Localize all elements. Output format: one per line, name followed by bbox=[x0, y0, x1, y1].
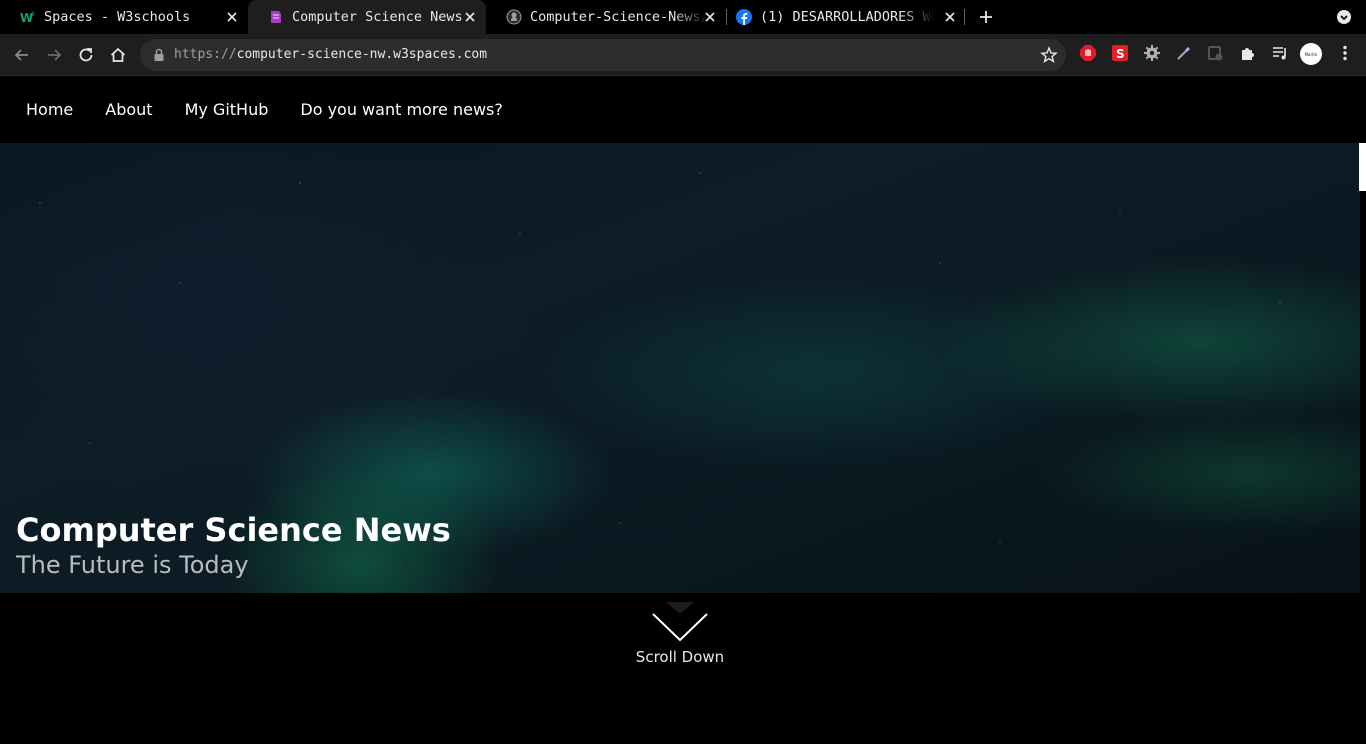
nav-my-github[interactable]: My GitHub bbox=[169, 100, 285, 119]
page-viewport: Home About My GitHub Do you want more ne… bbox=[0, 76, 1366, 744]
nav-about[interactable]: About bbox=[89, 100, 168, 119]
s-extension-icon[interactable]: S bbox=[1111, 44, 1129, 62]
top-navigation: Home About My GitHub Do you want more ne… bbox=[0, 76, 1366, 143]
scrollbar-thumb[interactable] bbox=[1359, 143, 1366, 191]
adblock-icon[interactable] bbox=[1079, 44, 1097, 62]
w3spaces-icon bbox=[268, 9, 284, 25]
address-bar[interactable]: https://computer-science-nw.w3spaces.com bbox=[140, 39, 1066, 71]
tab-strip: W3 Spaces - W3schools Computer Science N… bbox=[0, 0, 1366, 34]
profile-label: Martin bbox=[1304, 51, 1318, 57]
w3schools-icon: W3 bbox=[20, 9, 36, 25]
svg-text:3: 3 bbox=[31, 11, 35, 18]
reload-icon[interactable] bbox=[76, 45, 96, 65]
github-icon bbox=[506, 9, 522, 25]
tab-facebook-group[interactable]: (1) DESARROLLADORES WE bbox=[716, 0, 966, 34]
nav-home[interactable]: Home bbox=[10, 100, 89, 119]
tab-title: (1) DESARROLLADORES WE bbox=[760, 9, 934, 25]
media-queue-icon[interactable] bbox=[1271, 44, 1289, 62]
bookmark-star-icon[interactable] bbox=[1040, 46, 1058, 64]
close-icon[interactable] bbox=[462, 9, 478, 25]
tab-title: Computer-Science-News/ bbox=[530, 9, 708, 25]
gear-icon[interactable] bbox=[1143, 44, 1161, 62]
back-icon[interactable] bbox=[12, 45, 32, 65]
close-icon[interactable] bbox=[942, 9, 958, 25]
tab-computer-science-news[interactable]: Computer Science News bbox=[248, 0, 486, 34]
more-menu-icon[interactable] bbox=[1336, 44, 1354, 62]
svg-text:S: S bbox=[1116, 47, 1125, 61]
tab-title: Spaces - W3schools bbox=[44, 9, 191, 25]
hero-subtitle: The Future is Today bbox=[16, 551, 249, 579]
url-scheme: https:// bbox=[174, 47, 237, 62]
color-picker-icon[interactable] bbox=[1175, 44, 1193, 62]
tab-separator bbox=[964, 9, 965, 25]
home-icon[interactable] bbox=[108, 45, 128, 65]
browser-toolbar: https://computer-science-nw.w3spaces.com bbox=[0, 34, 1366, 76]
tab-title: Computer Science News bbox=[292, 9, 463, 25]
forward-icon[interactable] bbox=[44, 45, 64, 65]
url-host: computer-science-nw.w3spaces.com bbox=[236, 47, 488, 62]
chevron-down-icon bbox=[652, 602, 708, 642]
facebook-icon bbox=[736, 9, 752, 25]
url-text: https://computer-science-nw.w3spaces.com bbox=[174, 47, 487, 62]
tab-spaces-w3schools[interactable]: W3 Spaces - W3schools bbox=[0, 0, 248, 34]
hero-banner: Computer Science News The Future is Toda… bbox=[0, 143, 1360, 593]
tab-github-repo[interactable]: Computer-Science-News/ bbox=[486, 0, 726, 34]
hero-title: Computer Science News bbox=[16, 511, 451, 549]
scroll-down-label: Scroll Down bbox=[635, 648, 725, 666]
nav-more-news[interactable]: Do you want more news? bbox=[284, 100, 519, 119]
scroll-down-button[interactable]: Scroll Down bbox=[630, 600, 730, 670]
lock-icon[interactable] bbox=[152, 47, 166, 63]
puzzle-icon[interactable] bbox=[1239, 44, 1257, 62]
tab-search-icon[interactable] bbox=[1336, 9, 1352, 25]
profile-avatar[interactable]: Martin bbox=[1300, 43, 1322, 65]
new-tab-icon[interactable] bbox=[978, 9, 994, 25]
close-icon[interactable] bbox=[224, 9, 240, 25]
extension-gray-icon[interactable] bbox=[1207, 44, 1225, 62]
